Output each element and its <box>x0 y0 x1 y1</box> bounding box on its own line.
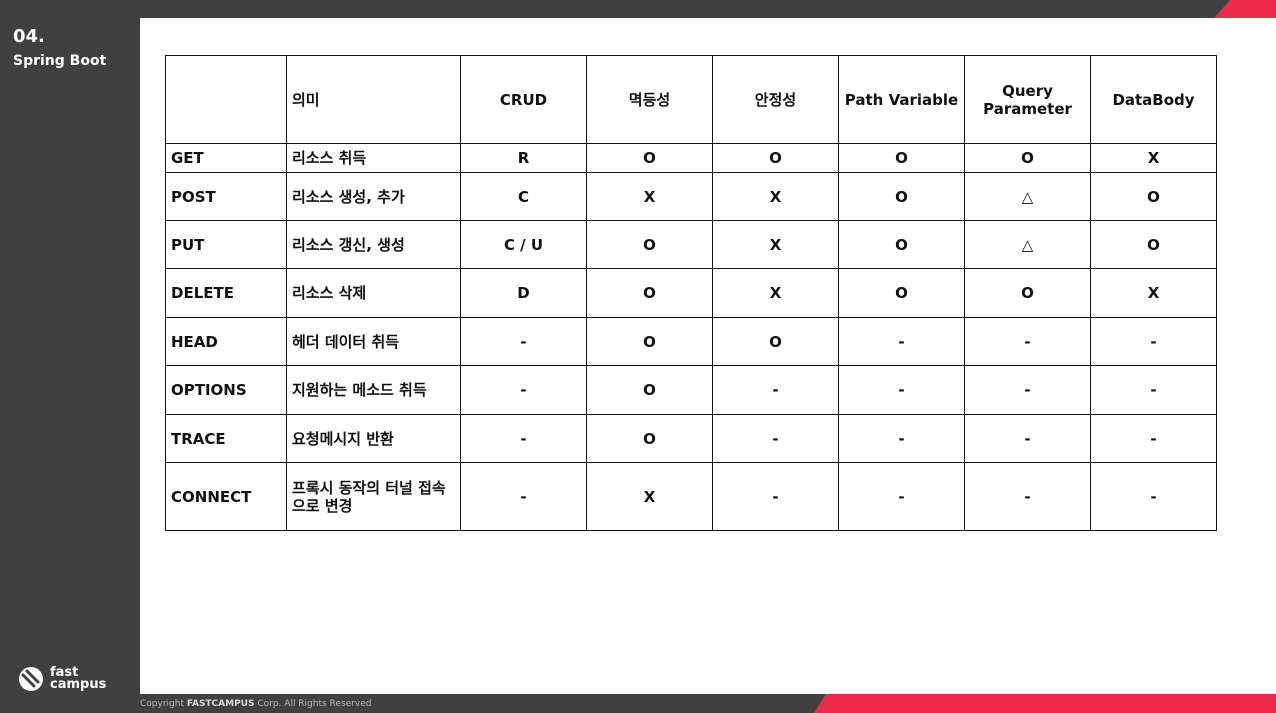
copyright-brand: FASTCAMPUS <box>186 699 255 709</box>
databody-cell: O <box>1090 172 1217 221</box>
section-title: Spring Boot <box>13 53 107 69</box>
table-header-row: 의미 CRUD 멱등성 안정성 Path Variable Query Para… <box>165 55 1217 144</box>
crud-cell: - <box>460 317 587 366</box>
query-parameter-cell: O <box>964 268 1091 318</box>
query-parameter-cell: O <box>964 143 1091 173</box>
databody-cell: O <box>1090 220 1217 269</box>
path-variable-cell: O <box>838 268 965 318</box>
fastcampus-logo: fast campus <box>18 666 106 692</box>
table-row-options: OPTIONS 지원하는 메소드 취득 - O - - - - <box>165 365 1217 415</box>
safe-cell: - <box>712 462 839 531</box>
path-variable-cell: - <box>838 365 965 415</box>
databody-cell: X <box>1090 268 1217 318</box>
crud-cell: C / U <box>460 220 587 269</box>
idempotent-cell: X <box>586 462 713 531</box>
idempotent-cell: O <box>586 268 713 318</box>
query-parameter-cell: △ <box>964 220 1091 269</box>
sidebar: 04. Spring Boot fast campus <box>0 0 140 713</box>
section-number: 04. <box>13 26 45 47</box>
header-cell-databody: DataBody <box>1090 55 1217 144</box>
safe-cell: X <box>712 268 839 318</box>
query-parameter-cell: △ <box>964 172 1091 221</box>
safe-cell: X <box>712 220 839 269</box>
table-row-delete: DELETE 리소스 삭제 D O X O O X <box>165 268 1217 318</box>
idempotent-cell: O <box>586 414 713 463</box>
path-variable-cell: - <box>838 317 965 366</box>
databody-cell: - <box>1090 317 1217 366</box>
path-variable-cell: O <box>838 143 965 173</box>
databody-cell: X <box>1090 143 1217 173</box>
meaning-cell: 리소스 갱신, 생성 <box>286 220 461 269</box>
meaning-cell: 리소스 취득 <box>286 143 461 173</box>
header-cell-meaning: 의미 <box>286 55 461 144</box>
table-row-connect: CONNECT 프록시 동작의 터널 접속으로 변경 - X - - - - <box>165 462 1217 531</box>
databody-cell: - <box>1090 414 1217 463</box>
crud-cell: R <box>460 143 587 173</box>
query-parameter-cell: - <box>964 317 1091 366</box>
header-cell-crud: CRUD <box>460 55 587 144</box>
crud-cell: - <box>460 462 587 531</box>
header-cell-path-variable: Path Variable <box>838 55 965 144</box>
method-cell: PUT <box>165 220 287 269</box>
meaning-cell: 지원하는 메소드 취득 <box>286 365 461 415</box>
query-parameter-cell: - <box>964 462 1091 531</box>
http-methods-table: 의미 CRUD 멱등성 안정성 Path Variable Query Para… <box>165 55 1217 531</box>
method-cell: DELETE <box>165 268 287 318</box>
fastcampus-logo-icon <box>19 667 43 691</box>
meaning-cell: 프록시 동작의 터널 접속으로 변경 <box>286 462 461 531</box>
crud-cell: - <box>460 414 587 463</box>
idempotent-cell: X <box>586 172 713 221</box>
idempotent-cell: O <box>586 143 713 173</box>
path-variable-cell: O <box>838 220 965 269</box>
method-cell: GET <box>165 143 287 173</box>
idempotent-cell: O <box>586 365 713 415</box>
safe-cell: - <box>712 365 839 415</box>
path-variable-cell: - <box>838 462 965 531</box>
crud-cell: - <box>460 365 587 415</box>
copyright-suffix: Corp. All Rights Reserved <box>257 699 372 709</box>
header-cell-idempotent: 멱등성 <box>586 55 713 144</box>
path-variable-cell: - <box>838 414 965 463</box>
header-cell-safe: 안정성 <box>712 55 839 144</box>
idempotent-cell: O <box>586 317 713 366</box>
safe-cell: X <box>712 172 839 221</box>
top-accent-stripe <box>1214 0 1276 18</box>
meaning-cell: 리소스 삭제 <box>286 268 461 318</box>
table-row-trace: TRACE 요청메시지 반환 - O - - - - <box>165 414 1217 463</box>
safe-cell: O <box>712 317 839 366</box>
meaning-cell: 헤더 데이터 취득 <box>286 317 461 366</box>
table-row-post: POST 리소스 생성, 추가 C X X O △ O <box>165 172 1217 221</box>
table-row-head: HEAD 헤더 데이터 취득 - O O - - - <box>165 317 1217 366</box>
method-cell: HEAD <box>165 317 287 366</box>
crud-cell: D <box>460 268 587 318</box>
logo-text: fast campus <box>50 666 107 692</box>
meaning-cell: 요청메시지 반환 <box>286 414 461 463</box>
table-row-put: PUT 리소스 갱신, 생성 C / U O X O △ O <box>165 220 1217 269</box>
meaning-cell: 리소스 생성, 추가 <box>286 172 461 221</box>
footer-accent-stripe <box>814 694 1276 713</box>
databody-cell: - <box>1090 365 1217 415</box>
logo-text-line2: campus <box>50 677 107 692</box>
header-cell-query-parameter: Query Parameter <box>964 55 1091 144</box>
crud-cell: C <box>460 172 587 221</box>
query-parameter-cell: - <box>964 414 1091 463</box>
method-cell: OPTIONS <box>165 365 287 415</box>
safe-cell: - <box>712 414 839 463</box>
footer-bar: Copyright FASTCAMPUS Corp. All Rights Re… <box>140 694 1276 713</box>
table-row-get: GET 리소스 취득 R O O O O X <box>165 143 1217 173</box>
method-cell: POST <box>165 172 287 221</box>
databody-cell: - <box>1090 462 1217 531</box>
header-cell-empty <box>165 55 287 144</box>
path-variable-cell: O <box>838 172 965 221</box>
idempotent-cell: O <box>586 220 713 269</box>
copyright-text: Copyright FASTCAMPUS Corp. All Rights Re… <box>140 699 371 709</box>
method-cell: TRACE <box>165 414 287 463</box>
copyright-prefix: Copyright <box>140 699 184 709</box>
safe-cell: O <box>712 143 839 173</box>
query-parameter-cell: - <box>964 365 1091 415</box>
method-cell: CONNECT <box>165 462 287 531</box>
top-bar <box>0 0 1276 18</box>
